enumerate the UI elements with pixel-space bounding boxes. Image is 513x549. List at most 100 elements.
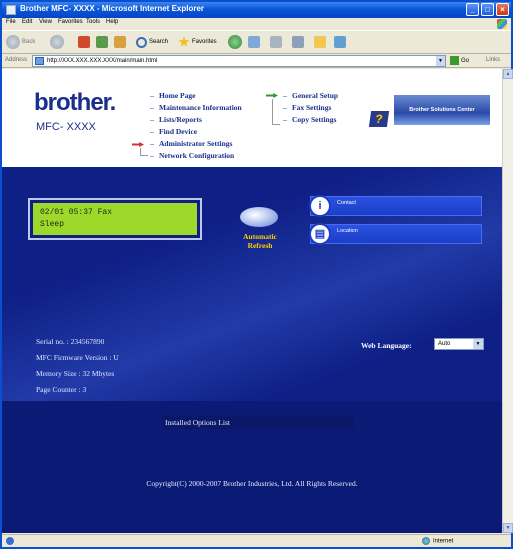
nav-label: Administrator Settings — [159, 139, 233, 148]
memory-size: Memory Size : 32 Mbytes — [36, 369, 115, 378]
location-button[interactable]: ▤ Location — [309, 223, 482, 245]
nav-label: Lists/Reports — [159, 115, 202, 124]
web-language-value: Auto — [438, 341, 451, 347]
mail-icon — [248, 36, 260, 48]
firmware-version: MFC Firmware Version : U — [36, 353, 119, 362]
globe-icon — [422, 537, 430, 545]
nav-administrator-settings[interactable]: Administrator Settings — [150, 139, 232, 148]
lcd-display: 02/01 05:37 Fax Sleep — [28, 198, 202, 240]
menu-help[interactable]: Help — [106, 19, 118, 25]
nav-home-page[interactable]: Home Page — [150, 91, 195, 100]
lcd-line-1: 02/01 05:37 Fax — [40, 208, 113, 217]
favorites-button[interactable]: Favorites — [178, 34, 217, 50]
go-button[interactable]: Go — [450, 56, 469, 65]
security-zone: Internet — [422, 537, 453, 545]
address-label: Address — [5, 57, 28, 63]
history-button[interactable] — [228, 34, 242, 50]
nav-connector — [272, 124, 280, 125]
nav-general-setup[interactable]: General Setup — [283, 91, 338, 100]
automatic-refresh-icon[interactable] — [240, 207, 278, 227]
close-button[interactable]: × — [496, 3, 509, 16]
menu-bar: File Edit View Favorites Tools Help — [2, 18, 511, 30]
back-button[interactable]: Back — [6, 34, 35, 50]
nav-connector — [272, 99, 273, 125]
page-content: brother. MFC- XXXX Home Page Maintenance… — [2, 69, 502, 533]
address-input[interactable]: http://XXX.XXX.XXX.XXX/main/main.html ▼ — [32, 55, 446, 67]
back-label: Back — [22, 39, 36, 45]
star-icon — [178, 36, 190, 47]
contact-button[interactable]: i Contact — [309, 195, 482, 217]
refresh-button[interactable] — [96, 34, 108, 50]
vertical-scrollbar[interactable]: ▲ ▼ — [502, 69, 513, 533]
nav-network-configuration[interactable]: Network Configuration — [150, 151, 234, 160]
nav-maintenance-information[interactable]: Maintenance Information — [150, 103, 242, 112]
nav-fax-settings[interactable]: Fax Settings — [283, 103, 331, 112]
page-counter: Page Counter : 3 — [36, 385, 87, 394]
nav-lists-reports[interactable]: Lists/Reports — [150, 115, 202, 124]
title-bar: Brother MFC- XXXX - Microsoft Internet E… — [2, 2, 511, 18]
menu-edit[interactable]: Edit — [22, 19, 32, 25]
stop-button[interactable] — [78, 34, 90, 50]
nav-label: Fax Settings — [292, 103, 332, 112]
address-bar: Address http://XXX.XXX.XXX.XXX/main/main… — [2, 54, 511, 68]
forward-button[interactable] — [50, 34, 64, 50]
red-arrow-icon — [132, 142, 144, 147]
automatic-refresh-link[interactable]: Automatic Refresh — [230, 232, 290, 250]
address-dropdown-icon[interactable]: ▼ — [436, 56, 445, 66]
go-arrow-icon — [450, 56, 459, 65]
web-language-select[interactable]: Auto ▼ — [434, 338, 484, 350]
print-button[interactable] — [270, 34, 282, 50]
home-button[interactable] — [114, 34, 126, 50]
messenger-button[interactable] — [334, 34, 346, 50]
nav-bullet — [150, 155, 154, 157]
edit-button[interactable] — [292, 34, 304, 50]
back-arrow-icon — [6, 35, 20, 49]
contact-label: Contact — [337, 200, 356, 206]
nav-copy-settings[interactable]: Copy Settings — [283, 115, 336, 124]
search-icon — [136, 36, 147, 48]
nav-bullet — [283, 95, 287, 97]
scroll-up-icon[interactable]: ▲ — [503, 69, 513, 79]
nav-label: Network Configuration — [159, 151, 235, 160]
menu-view[interactable]: View — [39, 19, 52, 25]
nav-bullet — [150, 131, 154, 133]
web-language-label: Web Language: — [361, 341, 412, 350]
nav-label: Home Page — [159, 91, 196, 100]
device-panel: 02/01 05:37 Fax Sleep Automatic Refresh … — [2, 167, 502, 533]
forward-arrow-icon — [50, 35, 64, 49]
mail-button[interactable] — [248, 34, 260, 50]
print-icon — [270, 36, 282, 48]
ie-status-icon — [6, 537, 14, 545]
zone-label: Internet — [433, 538, 454, 545]
nav-bullet — [283, 119, 287, 121]
menu-file[interactable]: File — [6, 19, 16, 25]
refresh-icon — [96, 36, 108, 48]
nav-connector — [140, 155, 148, 156]
browser-window: Brother MFC- XXXX - Microsoft Internet E… — [0, 0, 513, 549]
nav-bullet — [150, 119, 154, 121]
help-icon[interactable]: ? — [368, 111, 390, 127]
folder-button[interactable] — [314, 34, 326, 50]
search-button[interactable]: Search — [136, 34, 168, 50]
history-icon — [228, 35, 242, 49]
menu-tools[interactable]: Tools — [86, 19, 100, 25]
nav-label: Copy Settings — [292, 115, 337, 124]
page-icon — [35, 57, 44, 65]
menu-favorites[interactable]: Favorites — [58, 19, 83, 25]
windows-logo-icon — [497, 19, 507, 29]
serial-number: Serial no. : 234567890 — [36, 337, 105, 346]
messenger-icon — [334, 36, 346, 48]
green-arrow-icon — [266, 93, 278, 98]
ie-page-icon — [6, 5, 16, 15]
home-icon — [114, 36, 126, 48]
nav-find-device[interactable]: Find Device — [150, 127, 197, 136]
nav-bullet — [150, 143, 154, 145]
brother-solutions-center-button[interactable]: Brother Solutions Center — [394, 95, 490, 125]
maximize-button[interactable]: □ — [481, 3, 494, 16]
links-button[interactable]: Links — [486, 57, 500, 63]
scroll-down-icon[interactable]: ▼ — [503, 523, 513, 533]
refresh-label-line-2: Refresh — [247, 241, 273, 250]
minimize-button[interactable]: _ — [466, 3, 479, 16]
brother-logo: brother. — [34, 89, 116, 116]
installed-options-link[interactable]: Installed Options List — [165, 418, 230, 427]
